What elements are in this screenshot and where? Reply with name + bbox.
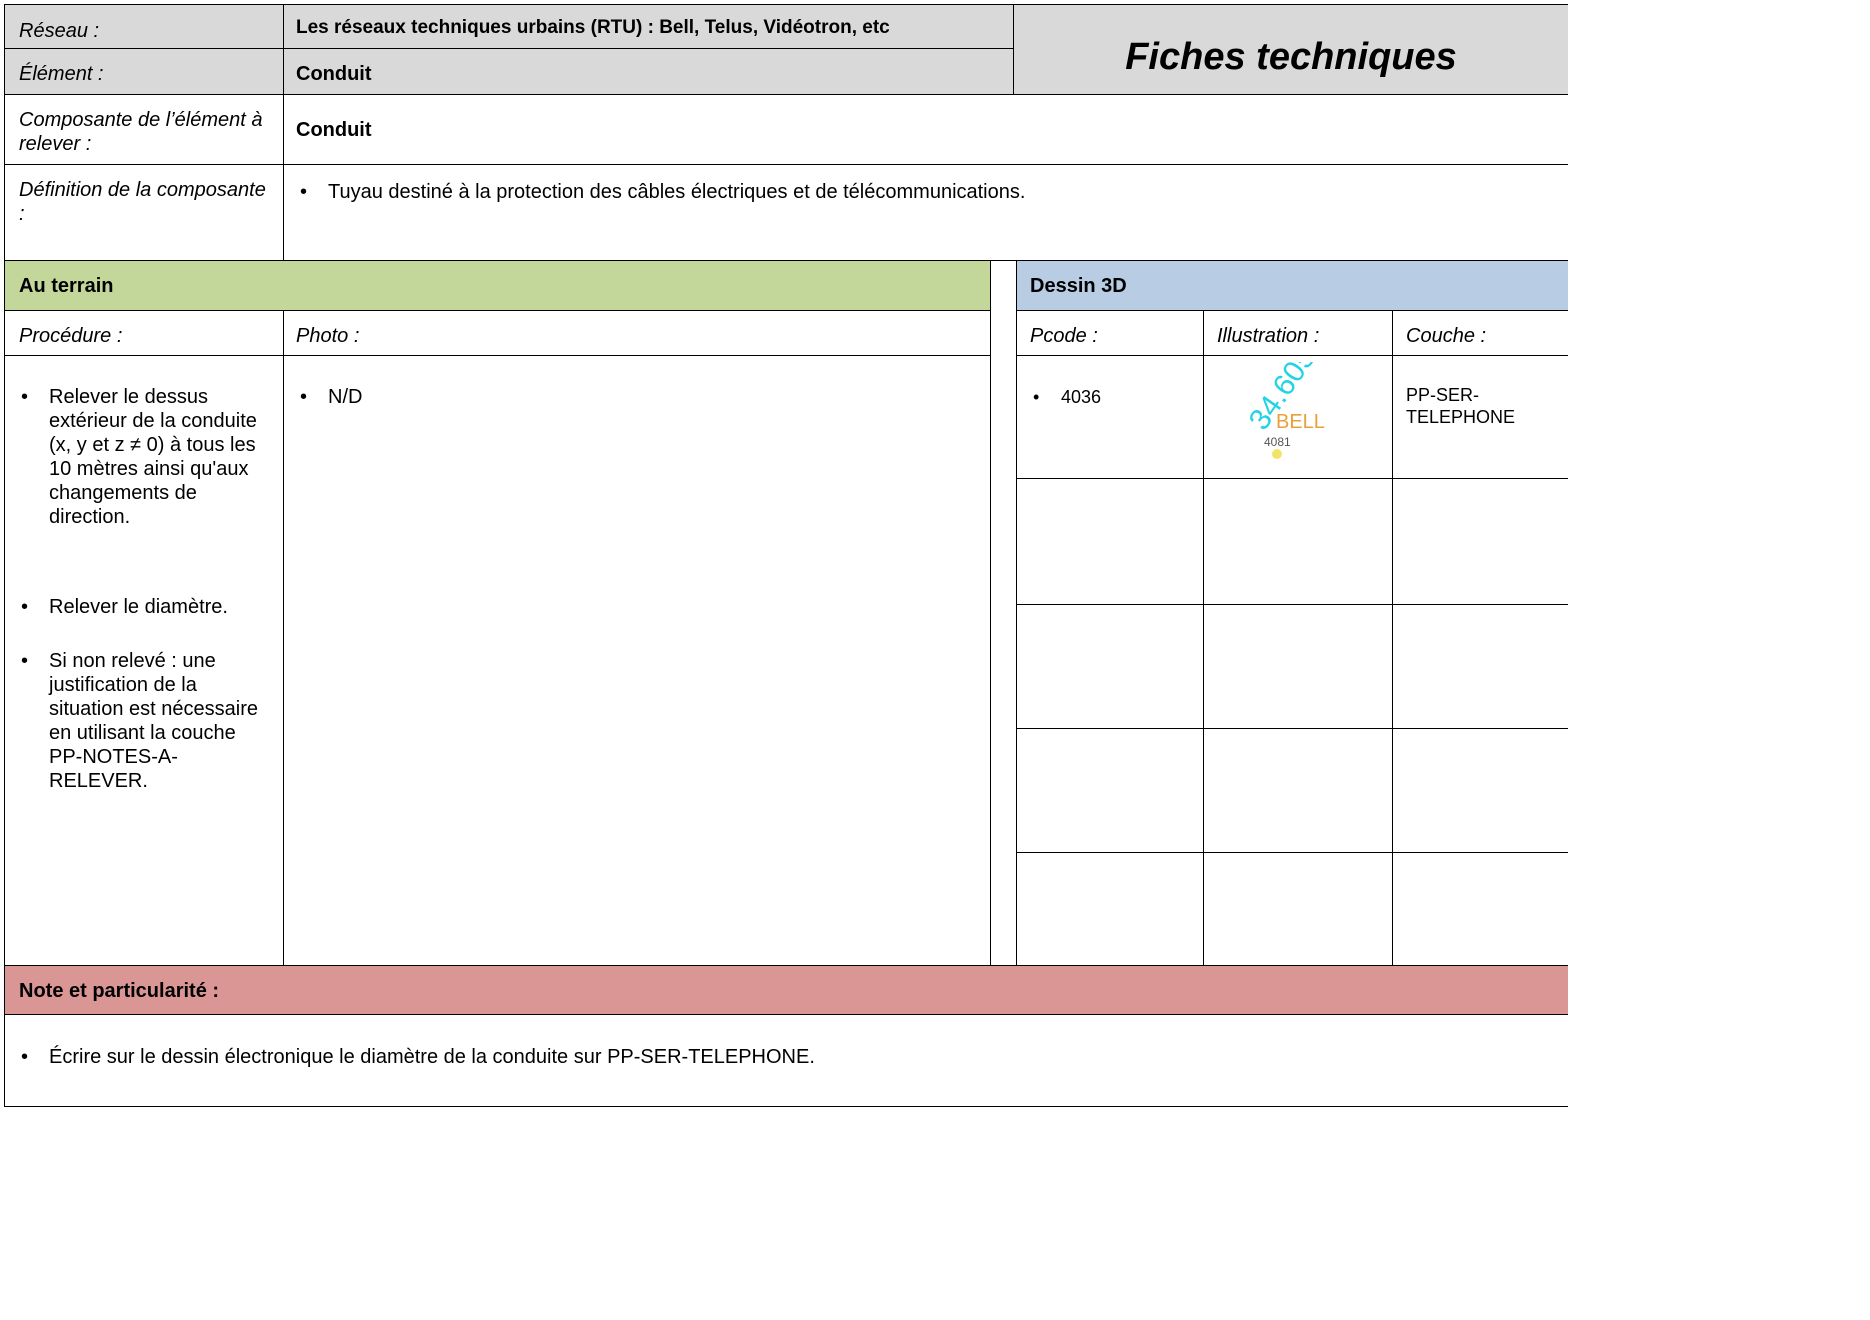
rule — [283, 4, 284, 261]
photo-label: Photo : — [296, 325, 360, 347]
rule — [4, 260, 1568, 261]
rule — [4, 965, 1568, 966]
rule — [1017, 604, 1568, 605]
note-header-band — [5, 966, 1568, 1014]
dessin-heading: Dessin 3D — [1030, 275, 1127, 297]
rule — [1017, 478, 1568, 479]
rule — [283, 310, 284, 966]
rule — [4, 355, 991, 356]
rule — [4, 1014, 1568, 1015]
reseau-label: Réseau : — [19, 20, 100, 42]
page-title: Fiches techniques — [1125, 36, 1457, 78]
composante-value: Conduit — [296, 119, 372, 141]
rule — [1016, 260, 1017, 966]
rule — [4, 164, 1568, 165]
illustration-marker — [1272, 449, 1282, 459]
rule — [1017, 310, 1568, 311]
procedure-item-2: Relever le diamètre. — [21, 595, 264, 619]
rule — [1013, 4, 1014, 95]
rule — [4, 1106, 1568, 1107]
note-heading: Note et particularité : — [19, 980, 220, 1002]
bell-conduit-symbol-icon: 34.605 BELL 4081 — [1243, 362, 1325, 459]
rule — [4, 48, 1014, 49]
composante-label: Composante de l’élément à relever : — [19, 109, 263, 155]
rule — [1017, 728, 1568, 729]
rule — [1203, 310, 1204, 966]
rule — [1017, 355, 1568, 356]
pcode-value: 4036 — [1033, 385, 1101, 409]
couche-value: PP-SER-TELEPHONE — [1406, 385, 1516, 427]
photo-item: N/D — [300, 385, 363, 409]
illustration-code: 4081 — [1264, 435, 1291, 449]
procedure-item-3: Si non relevé : une justification de la … — [21, 649, 274, 793]
rule — [990, 260, 991, 966]
illustration-brand: BELL — [1276, 411, 1325, 433]
rule — [4, 310, 991, 311]
note-item: Écrire sur le dessin électronique le dia… — [21, 1045, 815, 1069]
rule — [4, 4, 1568, 5]
rule — [1017, 852, 1568, 853]
rule — [4, 94, 1568, 95]
illustration-label: Illustration : — [1217, 325, 1320, 347]
definition-item: Tuyau destiné à la protection des câbles… — [300, 180, 1025, 204]
element-value: Conduit — [296, 63, 372, 85]
rule — [1392, 310, 1393, 966]
couche-label: Couche : — [1406, 325, 1487, 347]
procedure-label: Procédure : — [19, 325, 123, 347]
element-label: Élément : — [19, 63, 104, 85]
definition-label: Définition de la composante : — [19, 179, 266, 225]
procedure-item-1: Relever le dessus extérieur de la condui… — [21, 385, 264, 529]
pcode-label: Pcode : — [1030, 325, 1098, 347]
reseau-value: Les réseaux techniques urbains (RTU) : B… — [296, 17, 890, 38]
terrain-header-band — [5, 261, 991, 310]
rule — [4, 4, 5, 1107]
terrain-heading: Au terrain — [19, 275, 114, 297]
